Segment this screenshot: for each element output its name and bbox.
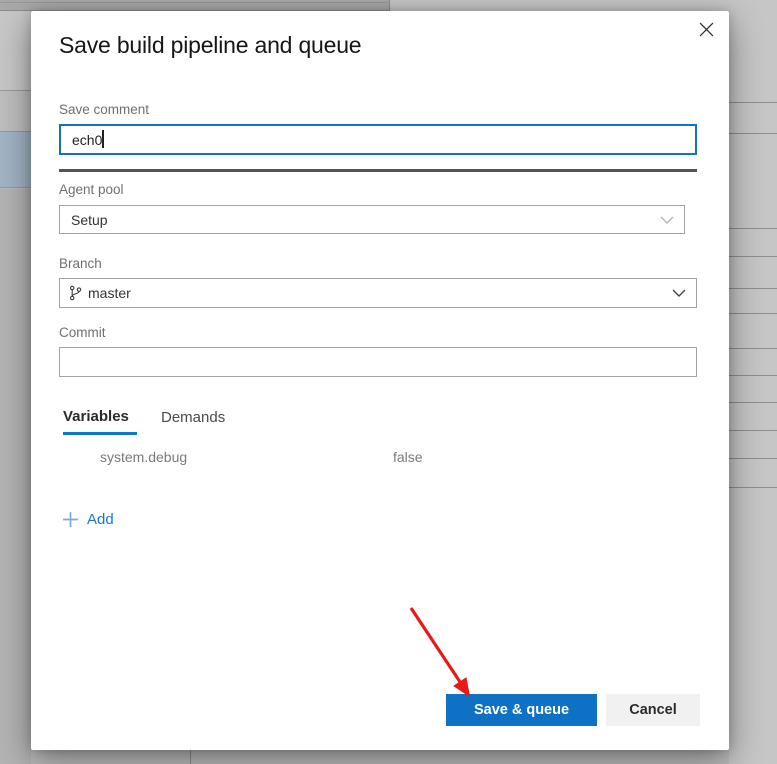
background-table-row-line — [729, 487, 777, 488]
agent-pool-label: Agent pool — [59, 182, 124, 197]
background-table-row-line — [729, 458, 777, 459]
background-table-row-line — [729, 133, 777, 134]
background-table-row-line — [729, 375, 777, 376]
plus-icon — [62, 511, 79, 528]
branch-label: Branch — [59, 256, 102, 271]
background-bottom-divider — [190, 750, 191, 764]
agent-pool-value: Setup — [71, 212, 108, 228]
background-toolbar-line — [0, 2, 390, 3]
save-build-pipeline-dialog: Save build pipeline and queue Save comme… — [31, 11, 729, 750]
background-selected-row — [0, 131, 31, 188]
cancel-button[interactable]: Cancel — [606, 694, 700, 726]
branch-dropdown[interactable]: master — [59, 278, 697, 308]
variable-value: false — [393, 449, 423, 465]
background-left-strip — [0, 11, 31, 90]
background-table-row-line — [729, 256, 777, 257]
add-button-label: Add — [87, 511, 114, 528]
save-comment-input[interactable] — [59, 124, 697, 155]
close-button[interactable] — [694, 17, 718, 41]
background-table-edge — [729, 11, 777, 764]
active-tab-underline — [63, 432, 137, 435]
background-table-row-line — [729, 288, 777, 289]
chevron-down-icon — [660, 216, 674, 224]
section-divider — [59, 169, 697, 172]
chevron-down-icon — [672, 289, 686, 297]
dialog-title: Save build pipeline and queue — [59, 32, 361, 59]
commit-label: Commit — [59, 325, 106, 340]
branch-value: master — [88, 285, 131, 301]
background-top-right — [390, 0, 777, 11]
background-left-strip — [0, 91, 31, 131]
save-and-queue-button[interactable]: Save & queue — [446, 694, 597, 726]
tab-variables[interactable]: Variables — [63, 408, 129, 425]
add-variable-button[interactable]: Add — [62, 511, 114, 528]
text-caret — [102, 130, 104, 148]
save-comment-label: Save comment — [59, 102, 149, 117]
tab-demands[interactable]: Demands — [161, 409, 225, 426]
background-left-strip — [0, 189, 31, 764]
background-table-row-line — [729, 228, 777, 229]
screen: { "dialog": { "title": "Save build pipel… — [0, 0, 777, 764]
background-table-row-line — [729, 348, 777, 349]
background-table-row-line — [729, 402, 777, 403]
close-icon — [699, 22, 714, 37]
background-table-row-line — [729, 430, 777, 431]
background-table-row-line — [729, 102, 777, 103]
commit-input[interactable] — [59, 347, 697, 377]
agent-pool-dropdown[interactable]: Setup — [59, 205, 685, 234]
variable-name: system.debug — [100, 449, 187, 465]
background-table-row-line — [729, 313, 777, 314]
git-branch-icon — [69, 285, 82, 301]
